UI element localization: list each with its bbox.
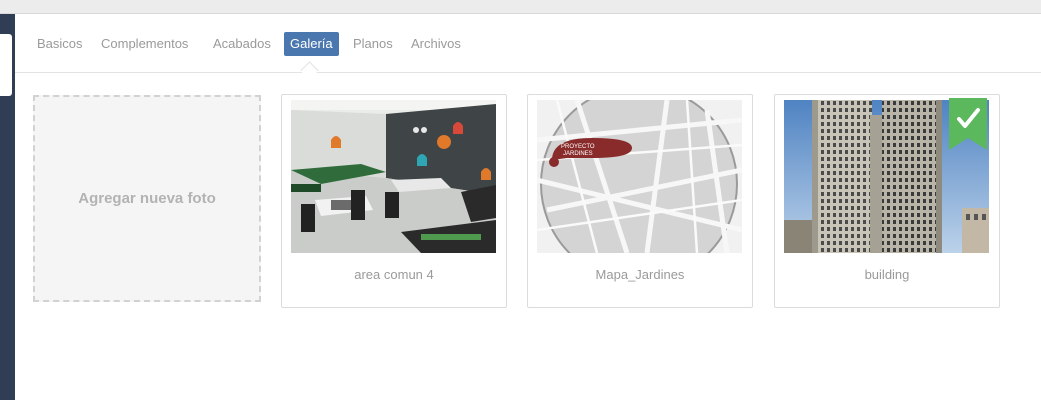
- selected-badge: [949, 98, 987, 150]
- map-marker-label: PROYECTO: [561, 144, 595, 150]
- tab-basicos[interactable]: Basicos: [31, 32, 89, 56]
- gallery-caption: Mapa_Jardines: [595, 267, 685, 282]
- gallery-card[interactable]: building: [774, 94, 1000, 308]
- gallery-caption: building: [864, 267, 910, 282]
- gallery-card[interactable]: area comun 4: [281, 94, 507, 308]
- gallery-caption: area comun 4: [354, 267, 434, 282]
- tab-archivos[interactable]: Archivos: [405, 32, 467, 56]
- add-photo-button[interactable]: Agregar nueva foto: [33, 95, 261, 302]
- map-marker-label: JARDINES: [563, 151, 593, 157]
- tab-planos[interactable]: Planos: [347, 32, 399, 56]
- street-map-photo[interactable]: PROYECTO JARDINES: [537, 100, 742, 253]
- tab-galeria[interactable]: Galería: [284, 32, 339, 56]
- tab-acabados[interactable]: Acabados: [207, 32, 277, 56]
- top-bar: [0, 0, 1041, 14]
- game-room-photo[interactable]: [291, 100, 496, 253]
- tab-complementos[interactable]: Complementos: [95, 32, 194, 56]
- main-panel: Basicos Complementos Acabados Galería Pl…: [15, 14, 1041, 400]
- sidebar: [0, 14, 15, 400]
- add-photo-label: Agregar nueva foto: [78, 190, 216, 207]
- checkmark-icon: [949, 98, 987, 150]
- sidebar-collapse-handle[interactable]: [0, 34, 12, 96]
- tab-bar: Basicos Complementos Acabados Galería Pl…: [15, 14, 1041, 73]
- gallery-card[interactable]: PROYECTO JARDINES Mapa_Jardines: [527, 94, 753, 308]
